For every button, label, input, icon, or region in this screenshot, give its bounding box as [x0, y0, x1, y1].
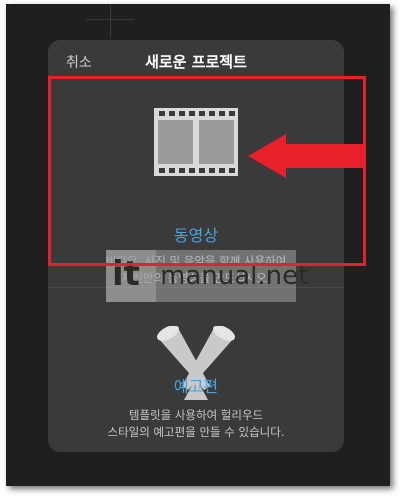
add-cross-line: [86, 19, 134, 20]
sheet-title: 새로운 프로젝트: [145, 53, 247, 71]
app-background: 취소 새로운 프로젝트 동영상 예고편 템플릿을 사용하여 헐리우드 스타일의 …: [6, 4, 390, 486]
new-project-sheet: 취소 새로운 프로젝트 동영상 예고편 템플릿을 사용하여 헐리우드 스타일의 …: [48, 40, 344, 452]
add-cross-line: [110, 4, 111, 38]
site-watermark: it manual.net: [106, 250, 308, 302]
trailer-description-line: 템플릿을 사용하여 헐리우드: [128, 408, 264, 422]
watermark-logo-box: it: [106, 250, 156, 302]
trailer-project-option[interactable]: 예고편 템플릿을 사용하여 헐리우드 스타일의 예고편을 만들 수 있습니다.: [48, 288, 344, 452]
watermark-logo: it: [112, 254, 140, 294]
sheet-header: 취소 새로운 프로젝트: [48, 40, 344, 80]
film-strip-icon: [154, 108, 238, 176]
trailer-option-label: 예고편: [173, 377, 219, 396]
watermark-text: manual.net: [160, 261, 309, 291]
trailer-option-description: 템플릿을 사용하여 헐리우드 스타일의 예고편을 만들 수 있습니다.: [48, 407, 344, 441]
red-arrow-icon: [248, 134, 364, 178]
video-option-label: 동영상: [173, 226, 219, 245]
trailer-description-line: 스타일의 예고편을 만들 수 있습니다.: [107, 425, 285, 439]
